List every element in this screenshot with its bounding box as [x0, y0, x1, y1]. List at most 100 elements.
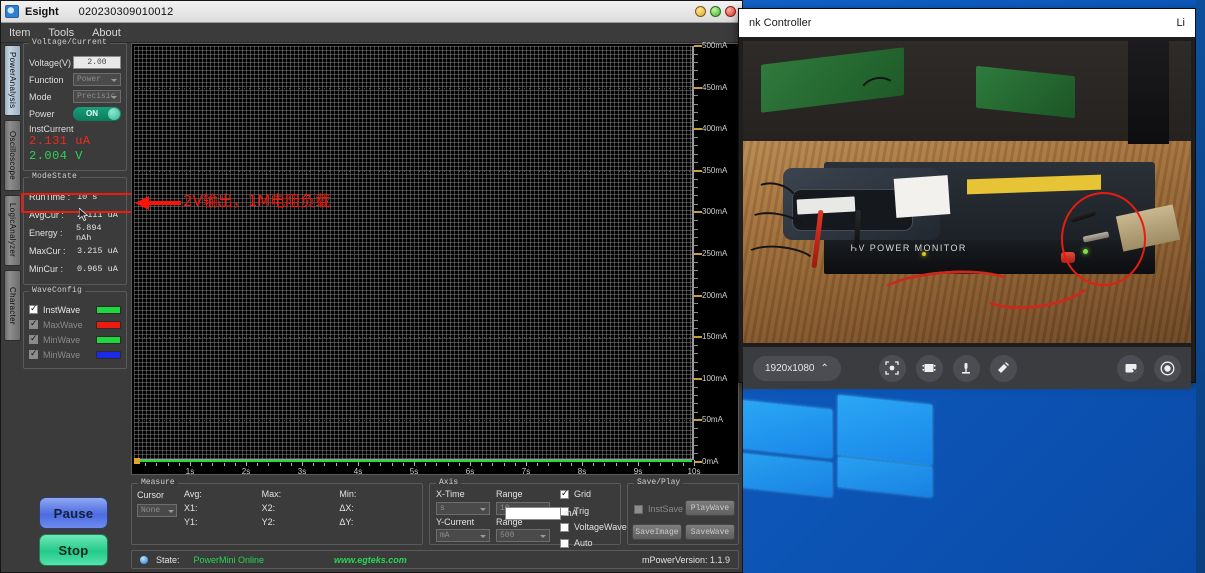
maximize-button[interactable] — [710, 6, 721, 17]
chart-y-minor-tick — [694, 228, 698, 230]
microscope-icon[interactable] — [952, 354, 980, 382]
wave-row-minwave-1[interactable]: MinWave — [29, 332, 121, 347]
axis-panel: Axis X-Time s Range 10 Y-Current mA Rang… — [429, 478, 627, 548]
chart-y-minor-tick — [694, 95, 698, 97]
wave-row-minwave-2[interactable]: MinWave — [29, 347, 121, 362]
menu-item-about[interactable]: About — [92, 27, 121, 39]
color-swatch[interactable] — [96, 335, 121, 344]
color-swatch[interactable] — [96, 320, 121, 329]
chart-plot-area[interactable] — [134, 46, 692, 460]
saveimage-button[interactable]: SaveImage — [632, 524, 682, 540]
cursor-select[interactable]: None — [137, 504, 177, 517]
stat-row-energy: Energy : 5.894 nAh — [29, 223, 121, 243]
auto-checkbox[interactable]: Auto — [560, 538, 593, 548]
film-strip-icon[interactable] — [915, 354, 943, 382]
stop-label: Stop — [58, 542, 89, 558]
chart-y-minor-tick — [694, 78, 698, 80]
measure-tool-icon[interactable] — [989, 354, 1017, 382]
voltagewave-checkbox[interactable]: VoltageWave — [560, 522, 627, 532]
color-swatch[interactable] — [96, 305, 121, 314]
wave-row-instwave[interactable]: InstWave — [29, 302, 121, 317]
function-select[interactable]: Power — [73, 73, 121, 86]
savewave-label: SaveWave — [690, 527, 730, 537]
chart-x-minor-tick — [447, 463, 449, 466]
pause-button[interactable]: Pause — [39, 497, 108, 529]
camera-video-frame[interactable]: HV POWER MONITOR — [743, 41, 1191, 343]
checkbox-icon[interactable] — [29, 333, 38, 344]
checkbox-icon[interactable] — [560, 538, 569, 548]
chart-y-minor-tick — [694, 153, 698, 155]
instsave-checkbox[interactable]: InstSave — [634, 504, 683, 514]
voltage-input[interactable]: 2.00 — [73, 56, 121, 69]
chart-trace-instwave — [134, 459, 692, 462]
chart-x-minor-tick — [223, 463, 225, 466]
checkbox-icon[interactable] — [634, 504, 643, 514]
grid-checkbox[interactable]: Grid — [560, 488, 591, 499]
checkbox-icon[interactable] — [29, 348, 38, 359]
chart-x-minor-tick — [503, 463, 505, 466]
close-button[interactable] — [725, 6, 736, 17]
trig-input[interactable] — [505, 507, 561, 520]
chart-gridline-h — [134, 337, 694, 339]
mode-select[interactable]: Precisic — [73, 90, 121, 103]
chart-y-tick-label: 200mA — [702, 290, 728, 300]
waveform-chart[interactable]: 0mA 50mA 100mA 150mA 200mA 250mA 300mA 350mA 400… — [131, 41, 739, 476]
y-range-select[interactable]: 500 — [496, 529, 550, 542]
auto-label: Auto — [574, 538, 593, 548]
tab-oscilloscope[interactable]: Oscilloscope — [4, 120, 21, 191]
chart-y-tick — [694, 377, 702, 380]
group-legend: Voltage/Current — [29, 38, 111, 47]
chart-x-minor-tick — [145, 463, 147, 466]
playwave-button[interactable]: PlayWave — [685, 500, 735, 516]
stat-value: 5.894 nAh — [76, 223, 102, 243]
tab-character[interactable]: Character — [4, 270, 21, 341]
stat-key: MinCur : — [29, 264, 64, 274]
color-swatch[interactable] — [96, 350, 121, 359]
inst-voltage-value: 2.004 V — [29, 149, 83, 163]
chart-y-tick — [694, 253, 702, 255]
wave-label: InstWave — [43, 304, 81, 315]
vendor-url[interactable]: www.egteks.com — [334, 555, 407, 565]
state-value: PowerMini Online — [193, 554, 265, 565]
stop-button[interactable]: Stop — [39, 534, 108, 566]
camera-title-bar: nk Controller Li — [739, 9, 1195, 37]
tab-logic-analyzer[interactable]: LogicAnalyzer — [4, 195, 21, 266]
power-toggle[interactable]: ON — [73, 106, 121, 121]
y-current-unit-select[interactable]: mA — [436, 529, 490, 542]
chart-y-minor-tick — [694, 303, 698, 305]
wave-row-maxwave[interactable]: MaxWave — [29, 317, 121, 332]
camera-window: nk Controller Li HV POWER MONITOR 1920x1… — [738, 8, 1196, 389]
chart-gridline-h — [134, 420, 694, 422]
resolution-selector[interactable]: 1920x1080 ⌃ — [753, 355, 841, 381]
device-name-text: HV POWER MONITOR — [850, 243, 967, 254]
checkbox-icon[interactable] — [560, 488, 569, 499]
checkbox-icon[interactable] — [29, 318, 38, 329]
trig-unit-label: mA — [564, 508, 578, 518]
chart-y-minor-tick — [694, 220, 698, 222]
menu-item-tools[interactable]: Tools — [48, 27, 74, 39]
chart-x-minor-tick — [156, 463, 158, 466]
snapshot-icon[interactable] — [1117, 354, 1144, 382]
instsave-label: InstSave — [648, 504, 684, 514]
chart-x-minor-tick — [391, 463, 393, 466]
checkbox-icon[interactable] — [560, 522, 569, 532]
camera-window-title: nk Controller — [749, 17, 812, 29]
x-time-unit-select[interactable]: s — [436, 502, 490, 515]
chart-x-minor-tick — [436, 463, 438, 466]
group-legend: Save/Play — [634, 478, 684, 487]
chart-y-minor-tick — [694, 369, 698, 371]
stat-row-avgcur: AvgCur : 2.111 uA — [29, 206, 121, 224]
menu-item-item[interactable]: Item — [9, 27, 30, 39]
chart-x-minor-tick — [167, 463, 169, 466]
tab-power-analysis[interactable]: PowerAnalysis — [4, 45, 21, 116]
stat-key: Energy : — [29, 228, 63, 238]
checkbox-icon[interactable] — [29, 303, 38, 314]
minimize-button[interactable] — [695, 6, 706, 17]
chart-x-tick-label: 7s — [521, 467, 531, 476]
stat-row-mincur: MinCur : 0.965 uA — [29, 260, 121, 278]
focus-frame-icon[interactable] — [878, 354, 906, 382]
chart-y-minor-tick — [694, 53, 698, 55]
playwave-label: PlayWave — [690, 503, 730, 513]
savewave-button[interactable]: SaveWave — [685, 524, 735, 540]
record-icon[interactable] — [1154, 354, 1181, 382]
